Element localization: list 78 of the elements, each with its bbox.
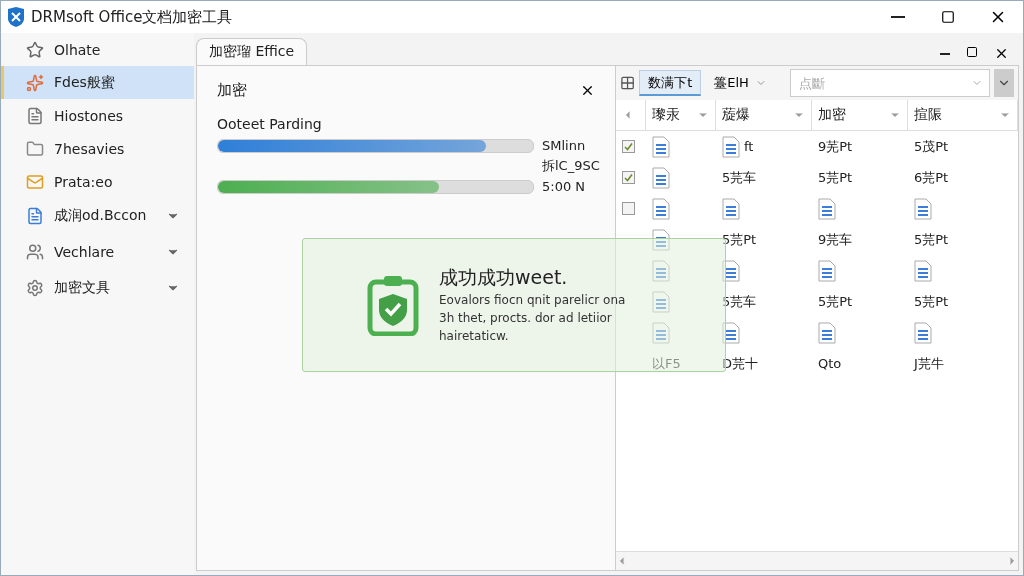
close-icon: [994, 46, 1009, 61]
document-icon: [914, 321, 932, 344]
star-icon: [26, 40, 44, 59]
document-icon: [652, 166, 670, 189]
sidebar-item[interactable]: 成润od.Bccon: [1, 198, 194, 234]
table-cell: 5芫Pt: [818, 168, 853, 187]
row-checkbox[interactable]: [622, 202, 635, 215]
close-button[interactable]: [994, 46, 1009, 61]
table-cell: 6芫Pt: [914, 168, 949, 187]
document-icon: [652, 197, 670, 220]
sparkles-icon: [26, 73, 44, 92]
document-icon: [818, 321, 836, 344]
window-title: DRMsoft Office文档加密工具: [31, 7, 234, 27]
document-icon: [722, 259, 740, 282]
sidebar-item[interactable]: Vechlare: [1, 234, 194, 270]
sidebar-item[interactable]: Fdes般蜜: [1, 66, 194, 99]
maximize-icon: [941, 10, 955, 24]
grid-icon[interactable]: [620, 74, 636, 92]
document-icon: [818, 259, 836, 282]
sidebar-item[interactable]: Prata:eo: [1, 165, 194, 198]
document-icon: [652, 135, 670, 158]
clipboard-shield-icon: [367, 274, 419, 336]
table-cell: 5茂Pt: [914, 137, 949, 156]
document-icon: [652, 321, 670, 344]
progress-reading: 5:00 N: [542, 179, 586, 194]
document-icon: [652, 290, 670, 313]
column-header[interactable]: 加密: [818, 106, 846, 124]
document-icon: [652, 228, 670, 251]
folder-icon: [26, 139, 44, 158]
panel-title: 加密: [217, 80, 247, 100]
gear-icon: [26, 279, 44, 297]
table-cell: Qto: [818, 356, 842, 371]
sidebar-item[interactable]: 加密文具: [1, 270, 194, 306]
document-icon: [26, 207, 44, 225]
document-icon: [722, 197, 740, 220]
shield-logo-icon: [7, 7, 25, 27]
progress-label: Ooteet Parding: [217, 116, 323, 132]
document-tab[interactable]: 加密瑠 Effice: [196, 38, 308, 65]
minimize-icon: [891, 16, 905, 18]
table-cell: 5芫Pt: [914, 230, 949, 249]
progress-note: 拆lC_9SC: [542, 157, 600, 175]
toolbar-button[interactable]: 籉ElH: [705, 70, 776, 96]
sidebar-item[interactable]: Hiostones: [1, 99, 194, 132]
sidebar-item[interactable]: Olhate: [1, 33, 194, 66]
table-cell: 5芫Pt: [914, 292, 949, 311]
document-icon: [914, 259, 932, 282]
document-icon: [818, 197, 836, 220]
document-icon: [722, 321, 740, 344]
table-cell: 5芫Pt: [818, 292, 853, 311]
row-checkbox[interactable]: [622, 171, 635, 184]
document-icon: [722, 135, 740, 158]
dropdown-button[interactable]: [993, 69, 1014, 97]
envelope-icon: [26, 172, 44, 191]
toast-message: Eovalors fiocn qnit parelicr ona 3h thet, procts. dor ad letiior hairetaticw.: [439, 292, 627, 345]
minimize-icon: [940, 52, 950, 55]
toast-title: 成功成功weet.: [439, 265, 569, 290]
table-cell: 9芫车: [818, 230, 853, 249]
progress-reading: SMlinn: [542, 138, 586, 153]
horizontal-scrollbar[interactable]: [616, 551, 1018, 570]
column-header[interactable]: 揎陙: [914, 106, 942, 124]
column-header[interactable]: 蔙爆: [722, 106, 750, 124]
people-icon: [26, 243, 44, 261]
table-cell: 5芫车: [722, 168, 757, 187]
row-checkbox[interactable]: [622, 140, 635, 153]
combo-field[interactable]: 点斷: [796, 74, 971, 92]
toolbar-button[interactable]: 数满下t: [639, 70, 702, 96]
sidebar-item[interactable]: 7hesavies: [1, 132, 194, 165]
document-icon: [652, 259, 670, 282]
column-header[interactable]: 瓈汞: [652, 106, 680, 124]
table-cell: J芫牛: [914, 354, 944, 373]
maximize-icon: [966, 46, 978, 58]
table-cell: 9芜Pt: [818, 137, 853, 156]
document-icon: [914, 197, 932, 220]
table-cell: 5芫Pt: [722, 230, 757, 249]
table-cell: ft: [744, 139, 754, 154]
combo-box[interactable]: 点斷: [789, 69, 990, 97]
document-icon: [26, 106, 44, 125]
table-cell: 以F5: [652, 354, 681, 373]
